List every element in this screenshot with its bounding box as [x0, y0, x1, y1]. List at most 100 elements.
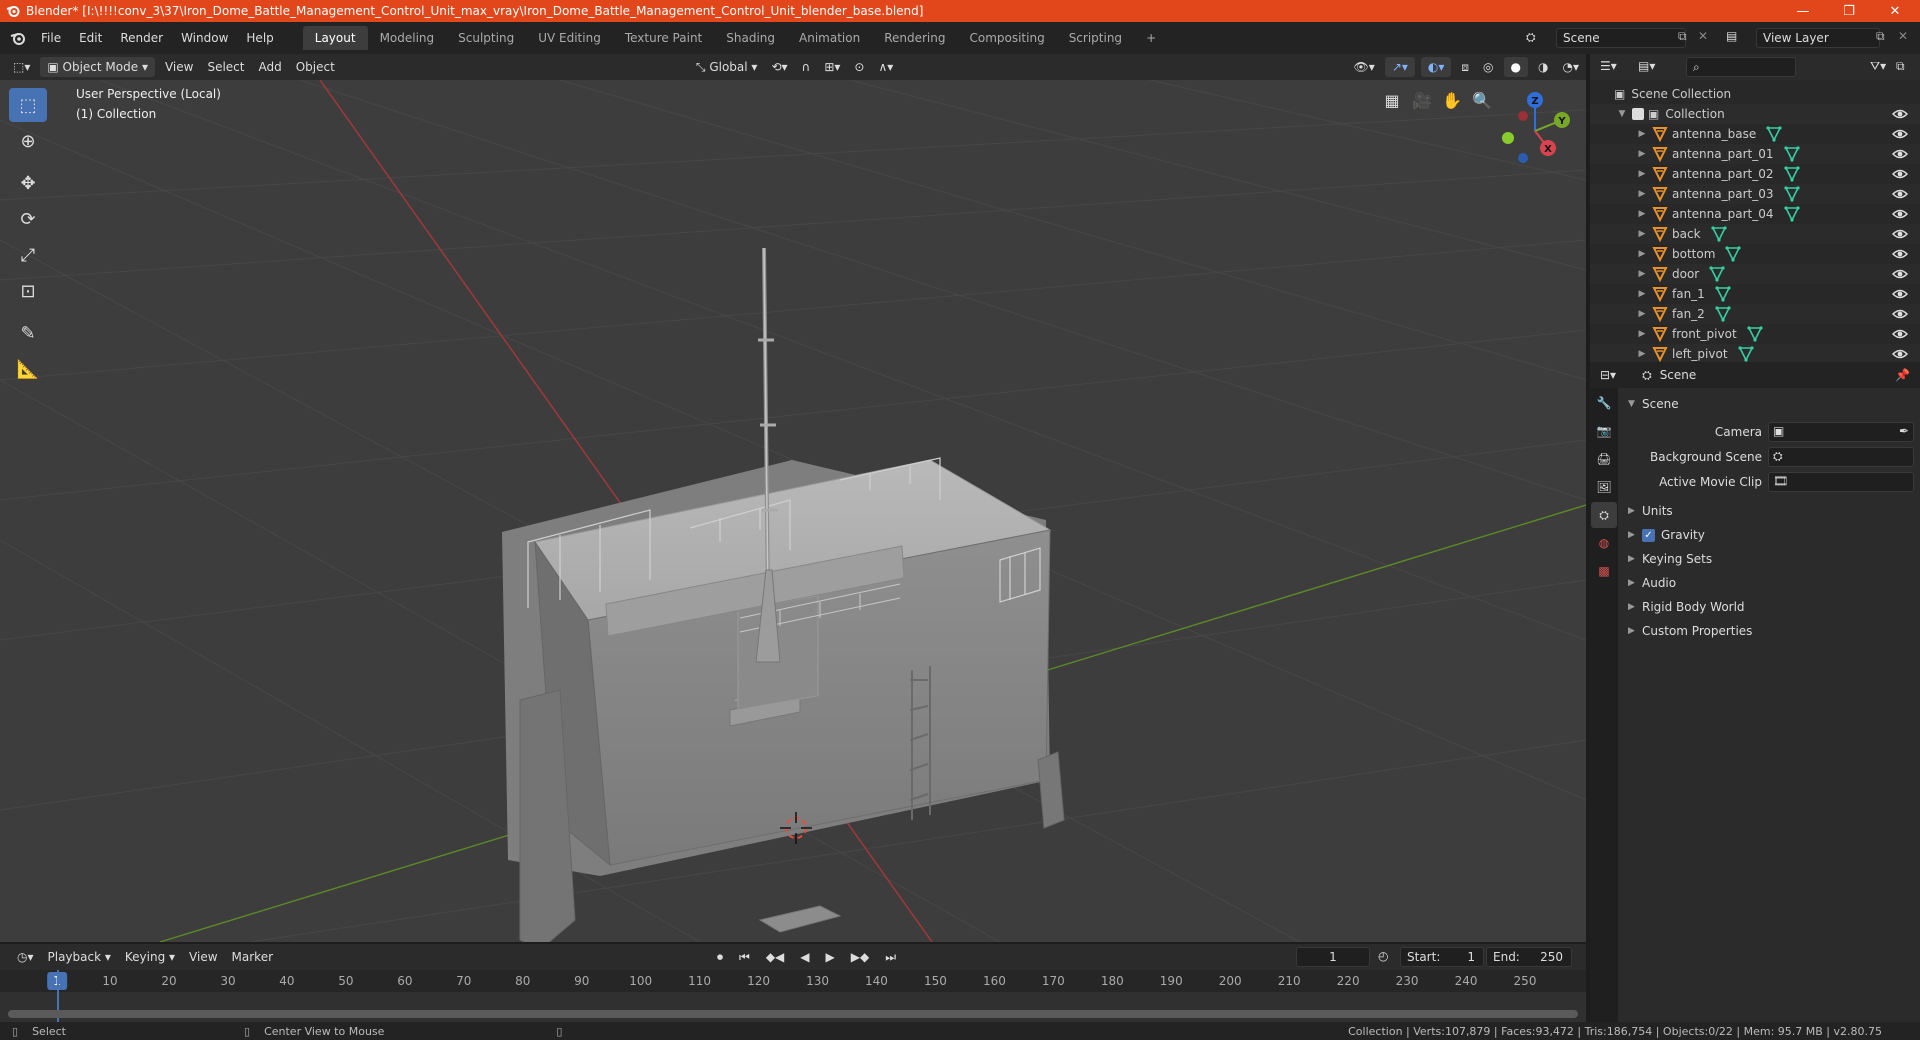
tab-sculpting[interactable]: Sculpting: [446, 26, 526, 50]
gravity-checkbox[interactable]: ✓: [1642, 528, 1655, 542]
record-icon[interactable]: ⏺: [710, 947, 730, 967]
add-workspace-button[interactable]: +: [1134, 26, 1168, 50]
display-mode-icon[interactable]: ▤▾: [1638, 59, 1655, 73]
mesh-data-icon[interactable]: [1737, 346, 1754, 362]
outliner-search-input[interactable]: ⌕: [1686, 57, 1796, 77]
expand-arrow-icon[interactable]: ▶: [1636, 249, 1648, 259]
active-movie-clip-field[interactable]: 🎞: [1768, 472, 1914, 492]
editor-type-icon[interactable]: ⬚▾: [6, 57, 37, 77]
close-window-button[interactable]: ✕: [1872, 0, 1918, 22]
menu-marker[interactable]: Marker: [225, 947, 280, 967]
falloff-icon[interactable]: ∧▾: [871, 57, 900, 77]
current-frame-field[interactable]: 1: [1296, 947, 1370, 967]
tool-settings-tab-icon[interactable]: 🔧: [1591, 390, 1617, 416]
mesh-data-icon[interactable]: [1725, 246, 1742, 262]
render-tab-icon[interactable]: 📷: [1591, 418, 1617, 444]
view-layer-selector[interactable]: View Layer: [1756, 28, 1880, 48]
properties-editor-icon[interactable]: ⊟▾: [1600, 368, 1616, 382]
outliner-editor-icon[interactable]: ☰▾: [1600, 59, 1617, 73]
rigid-body-world-section-header[interactable]: ▶ Rigid Body World: [1620, 595, 1920, 619]
collection-row[interactable]: ▼ ▣ Collection: [1590, 104, 1920, 124]
keying-sets-section-header[interactable]: ▶ Keying Sets: [1620, 547, 1920, 571]
expand-arrow-icon[interactable]: ▶: [1636, 349, 1648, 359]
eye-icon[interactable]: [1892, 146, 1908, 162]
scene-icon[interactable]: ⛭: [1526, 30, 1536, 45]
start-frame-field[interactable]: Start: 1: [1400, 947, 1484, 967]
mesh-data-icon[interactable]: [1715, 286, 1731, 302]
tab-scripting[interactable]: Scripting: [1057, 26, 1134, 50]
menu-keying[interactable]: Keying ▾: [118, 947, 182, 967]
outliner-item[interactable]: ▶ fan_2: [1590, 304, 1920, 324]
expand-arrow-icon[interactable]: ▶: [1636, 209, 1648, 219]
eye-icon[interactable]: [1892, 166, 1908, 182]
filter-icon[interactable]: ⛛▾: [1870, 59, 1886, 74]
new-view-layer-icon[interactable]: ⧉: [1876, 29, 1885, 44]
minimize-button[interactable]: —: [1780, 0, 1826, 22]
3d-viewport[interactable]: ⬚ ⊕ ✥ ⟳ ⤢ ⊡ ✎ 📐 User Perspective (Local)…: [0, 80, 1586, 942]
outliner-item[interactable]: ▶ fan_1: [1590, 284, 1920, 304]
outliner-item[interactable]: ▶ antenna_part_02: [1590, 164, 1920, 184]
world-tab-icon[interactable]: ◍: [1591, 530, 1617, 556]
snap-target-icon[interactable]: ⊞▾: [817, 57, 847, 77]
annotate-tool-icon[interactable]: ✎: [9, 316, 47, 350]
scene-section-header[interactable]: ▼ Scene: [1620, 392, 1920, 416]
expand-arrow-icon[interactable]: ▶: [1636, 129, 1648, 139]
expand-arrow-icon[interactable]: ▼: [1616, 109, 1628, 119]
tab-texture-paint[interactable]: Texture Paint: [613, 26, 714, 50]
outliner-item[interactable]: ▶ left_pivot: [1590, 344, 1920, 364]
timeline-editor-icon[interactable]: ◷▾: [10, 947, 41, 967]
tab-modeling[interactable]: Modeling: [368, 26, 447, 50]
mesh-data-icon[interactable]: [1783, 186, 1800, 202]
tab-animation[interactable]: Animation: [787, 26, 872, 50]
transform-tool-icon[interactable]: ⊡: [9, 274, 47, 308]
eye-icon[interactable]: [1892, 286, 1908, 302]
shading-rendered-icon[interactable]: ◔▾: [1555, 57, 1586, 77]
expand-arrow-icon[interactable]: ▶: [1636, 289, 1648, 299]
scale-tool-icon[interactable]: ⤢: [9, 238, 47, 272]
scene-collection-row[interactable]: ▣ Scene Collection: [1590, 84, 1920, 104]
new-scene-icon[interactable]: ⧉: [1678, 29, 1687, 44]
menu-help[interactable]: Help: [237, 22, 282, 54]
expand-arrow-icon[interactable]: ▶: [1636, 169, 1648, 179]
eye-icon[interactable]: [1892, 306, 1908, 322]
move-tool-icon[interactable]: ✥: [9, 166, 47, 200]
tab-uv-editing[interactable]: UV Editing: [526, 26, 613, 50]
eye-icon[interactable]: [1892, 106, 1908, 122]
tab-shading[interactable]: Shading: [714, 26, 787, 50]
snap-magnet-icon[interactable]: ∩: [795, 57, 818, 77]
expand-arrow-icon[interactable]: ▶: [1636, 189, 1648, 199]
timeline-ruler[interactable]: 1102030405060708090100110120130140150160…: [0, 970, 1586, 992]
expand-arrow-icon[interactable]: ▶: [1636, 229, 1648, 239]
menu-playback[interactable]: Playback ▾: [41, 947, 118, 967]
eye-icon[interactable]: [1892, 226, 1908, 242]
blender-menu-icon[interactable]: [10, 30, 26, 46]
outliner-item[interactable]: ▶ antenna_part_03: [1590, 184, 1920, 204]
proportional-edit-icon[interactable]: ⊙: [847, 57, 871, 77]
menu-timeline-view[interactable]: View: [182, 947, 224, 967]
eye-icon[interactable]: [1892, 266, 1908, 282]
outliner-item[interactable]: ▶ door: [1590, 264, 1920, 284]
menu-edit[interactable]: Edit: [70, 22, 111, 54]
scene-selector[interactable]: Scene: [1556, 28, 1686, 48]
expand-arrow-icon[interactable]: ▶: [1636, 269, 1648, 279]
maximize-button[interactable]: ❐: [1826, 0, 1872, 22]
rotate-tool-icon[interactable]: ⟳: [9, 202, 47, 236]
units-section-header[interactable]: ▶ Units: [1620, 499, 1920, 523]
menu-window[interactable]: Window: [172, 22, 237, 54]
collection-checkbox[interactable]: [1632, 108, 1644, 120]
mode-selector[interactable]: ▣ Object Mode ▾: [40, 57, 155, 77]
select-box-tool-icon[interactable]: ⬚: [9, 88, 47, 122]
mesh-data-icon[interactable]: [1710, 226, 1727, 242]
tab-layout[interactable]: Layout: [302, 26, 368, 50]
outliner-item[interactable]: ▶ front_pivot: [1590, 324, 1920, 344]
orientation-gizmo[interactable]: Z Y X: [1490, 86, 1580, 176]
eye-icon[interactable]: [1892, 186, 1908, 202]
menu-view[interactable]: View: [158, 57, 200, 77]
expand-arrow-icon[interactable]: ▶: [1636, 149, 1648, 159]
gravity-section-header[interactable]: ▶ ✓ Gravity: [1620, 523, 1920, 547]
output-tab-icon[interactable]: 🖨: [1591, 446, 1617, 472]
prev-keyframe-icon[interactable]: ◆◀: [759, 947, 791, 967]
control-unit-model[interactable]: [502, 457, 1065, 942]
play-reverse-icon[interactable]: ◀: [793, 947, 816, 967]
eye-icon[interactable]: [1892, 206, 1908, 222]
